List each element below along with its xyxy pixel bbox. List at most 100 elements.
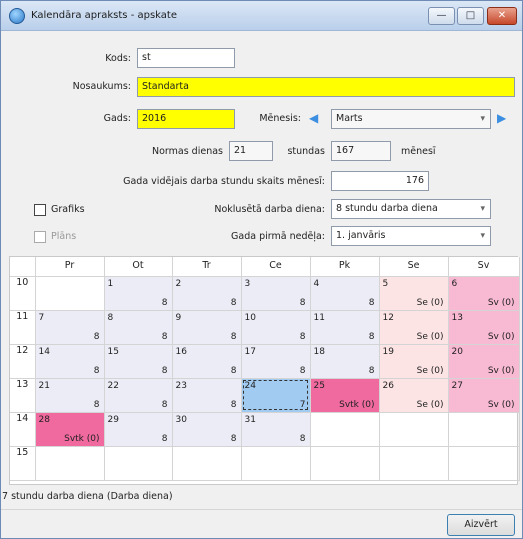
day-hours: 8 [230,297,237,308]
day-cell[interactable]: 48 [310,276,380,311]
week-number: 14 [10,412,36,447]
day-cell[interactable]: 98 [172,310,242,345]
close-button[interactable]: Aizvērt [447,514,515,536]
day-cell[interactable]: 11 8 [310,310,380,345]
prev-month-arrow-icon[interactable]: ◀ [309,112,318,124]
day-cell[interactable]: 14 8 [35,344,105,379]
day-cell[interactable] [379,412,449,447]
day-cell[interactable]: 12 Se (0) [379,310,449,345]
nosaukums-field[interactable]: Standarta [137,77,515,97]
menesis-label: Mēnesis: [259,113,301,124]
day-cell[interactable]: 23 8 [172,378,242,413]
day-cell[interactable]: 16 8 [172,344,242,379]
day-number: 13 [451,312,463,323]
day-header: Pk [310,257,380,277]
week-row: 10 1 8 2 8 3 8 4 8 5 Se (0) 6 Sv (0) [10,276,520,311]
day-cell[interactable]: 24 7 [241,378,311,413]
plans-checkbox[interactable] [34,231,46,243]
day-cell[interactable]: 28 Svtk (0) [35,412,105,447]
grafiks-label: Grafiks [51,204,85,215]
day-cell[interactable]: 31 8 [241,412,311,447]
day-number: 10 [244,312,256,323]
day-number: 30 [175,414,187,425]
menesi-label: mēnesī [401,146,436,157]
day-cell[interactable] [35,276,105,311]
day-cell[interactable]: 21 8 [35,378,105,413]
week-number: 15 [10,446,36,481]
day-cell[interactable]: 28 [172,276,242,311]
kods-field[interactable]: st [137,48,235,68]
week-number-header [10,257,36,277]
day-cell[interactable]: 29 8 [104,412,173,447]
day-number: 12 [382,312,394,323]
week-row: 14 28 Svtk (0) 29 8 30 8 31 8 [10,412,520,447]
maximize-button[interactable]: □ [457,7,484,25]
chevron-down-icon: ▾ [480,231,485,241]
day-cell[interactable]: 20 Sv (0) [448,344,520,379]
day-hours: Se (0) [416,399,444,410]
next-month-arrow-icon[interactable]: ▶ [497,112,506,124]
day-cell[interactable]: 30 8 [172,412,242,447]
day-cell[interactable]: 22 8 [104,378,173,413]
normas-label: Normas dienas [151,146,223,157]
chevron-down-icon: ▾ [480,204,485,214]
day-cell[interactable] [448,446,520,481]
day-cell[interactable]: 25 Svtk (0) [310,378,380,413]
day-cell[interactable]: 5 Se (0) [379,276,449,311]
gads-field[interactable]: 2016 [137,109,235,129]
minimize-button[interactable]: — [428,7,455,25]
day-number: 6 [451,278,458,289]
stundas-label: stundas [287,146,325,157]
day-number: 20 [451,346,463,357]
day-cell[interactable] [35,446,105,481]
day-cell[interactable] [379,446,449,481]
day-number: 18 [313,346,325,357]
day-number: 21 [38,380,50,391]
day-cell[interactable]: 26 Se (0) [379,378,449,413]
calendar-window: Kalendāra apraksts - apskate — □ ✕ Kods:… [0,0,523,539]
day-hours: Sv (0) [487,399,515,410]
close-window-button[interactable]: ✕ [487,7,517,25]
day-number: 15 [107,346,119,357]
day-cell[interactable] [104,446,173,481]
day-cell[interactable]: 18 [104,276,173,311]
vid-field[interactable]: 176 [331,171,429,191]
day-cell[interactable] [310,446,380,481]
day-number: 3 [244,278,251,289]
day-number: 5 [382,278,389,289]
menesis-select[interactable]: Marts ▾ [331,109,491,129]
day-cell[interactable]: 19 Se (0) [379,344,449,379]
day-cell[interactable] [172,446,242,481]
day-hours: 8 [230,331,237,342]
day-cell[interactable]: 78 [35,310,105,345]
day-hours: 8 [93,331,100,342]
day-number: 11 [313,312,325,323]
day-cell[interactable] [241,446,311,481]
day-cell[interactable]: 27 Sv (0) [448,378,520,413]
day-cell[interactable]: 6 Sv (0) [448,276,520,311]
grafiks-checkbox[interactable] [34,204,46,216]
day-cell[interactable]: 10 8 [241,310,311,345]
day-cell[interactable]: 15 8 [104,344,173,379]
day-cell[interactable]: 13 Sv (0) [448,310,520,345]
day-cell[interactable]: 17 8 [241,344,311,379]
week-number: 10 [10,276,36,311]
day-number: 22 [107,380,119,391]
pirma-select[interactable]: 1. janvāris ▾ [331,226,491,246]
day-cell[interactable]: 88 [104,310,173,345]
day-number: 23 [175,380,187,391]
noklus-select[interactable]: 8 stundu darba diena ▾ [331,199,491,219]
day-cell[interactable]: 38 [241,276,311,311]
day-header: Ce [241,257,311,277]
day-number: 27 [451,380,463,391]
day-hours: Svtk (0) [339,399,375,410]
day-hours: 8 [93,399,100,410]
kods-label: Kods: [105,53,131,64]
day-cell[interactable] [448,412,520,447]
day-cell[interactable]: 18 8 [310,344,380,379]
title-bar[interactable]: Kalendāra apraksts - apskate — □ ✕ [1,1,522,31]
menesis-value: Marts [336,113,363,124]
day-number: 19 [382,346,394,357]
day-header: Tr [172,257,242,277]
day-cell[interactable] [310,412,380,447]
